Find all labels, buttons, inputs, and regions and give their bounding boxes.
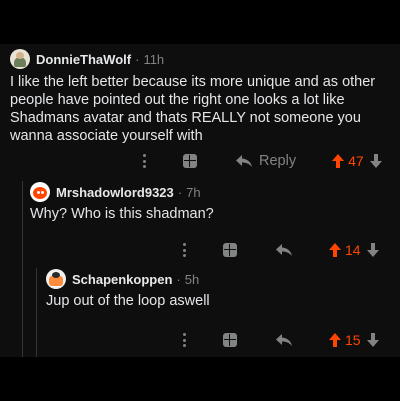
more-options-icon[interactable] xyxy=(143,154,147,168)
reply-button[interactable] xyxy=(275,333,329,347)
comment-actions: 15 xyxy=(183,329,379,351)
reply-icon xyxy=(276,244,292,256)
username[interactable]: Schapenkoppen xyxy=(72,272,172,287)
comment-actions: 14 xyxy=(183,239,379,261)
upvote-icon[interactable] xyxy=(329,243,341,257)
reply-icon xyxy=(276,334,292,346)
timestamp: 11h xyxy=(143,51,165,67)
comment-header: Mrshadowlord9323 · 7h xyxy=(30,181,394,203)
comment-thread: DonnieThaWolf · 11h I like the left bett… xyxy=(0,44,400,357)
comment-body: I like the left better because its more … xyxy=(10,74,376,144)
timestamp: 5h xyxy=(184,271,200,287)
vote-score: 15 xyxy=(345,332,361,348)
user-avatar-icon[interactable] xyxy=(46,269,66,289)
comment: Schapenkoppen · 5h Jup out of the loop a… xyxy=(36,268,394,310)
separator: · xyxy=(176,271,181,287)
vote-score: 47 xyxy=(348,153,364,169)
separator: · xyxy=(177,184,183,200)
reply-icon xyxy=(236,155,252,167)
comment-body: Jup out of the loop aswell xyxy=(46,293,210,309)
timestamp: 7h xyxy=(186,184,201,200)
downvote-icon[interactable] xyxy=(366,333,379,347)
downvote-icon[interactable] xyxy=(369,154,382,168)
comment-actions: Reply 47 xyxy=(143,150,382,172)
username[interactable]: DonnieThaWolf xyxy=(36,52,131,67)
comment-header: Schapenkoppen · 5h xyxy=(46,268,394,290)
downvote-icon[interactable] xyxy=(366,243,379,257)
reply-button[interactable] xyxy=(275,243,329,257)
reply-button[interactable]: Reply xyxy=(235,153,332,169)
award-icon[interactable] xyxy=(183,154,197,168)
award-icon[interactable] xyxy=(223,333,237,347)
reply-label: Reply xyxy=(259,153,297,169)
comment: DonnieThaWolf · 11h I like the left bett… xyxy=(10,48,394,145)
user-avatar-icon[interactable] xyxy=(10,49,30,69)
comment: Mrshadowlord9323 · 7h Why? Who is this s… xyxy=(22,181,394,223)
more-options-icon[interactable] xyxy=(183,243,187,257)
more-options-icon[interactable] xyxy=(183,333,187,347)
username[interactable]: Mrshadowlord9323 xyxy=(56,185,174,200)
snoo-avatar-icon[interactable] xyxy=(30,182,50,202)
vote-score: 14 xyxy=(345,242,361,258)
upvote-icon[interactable] xyxy=(329,333,341,347)
comment-body: Why? Who is this shadman? xyxy=(30,206,214,222)
upvote-icon[interactable] xyxy=(332,154,345,168)
comment-header: DonnieThaWolf · 11h xyxy=(10,48,394,70)
separator: · xyxy=(135,51,140,67)
award-icon[interactable] xyxy=(223,243,237,257)
